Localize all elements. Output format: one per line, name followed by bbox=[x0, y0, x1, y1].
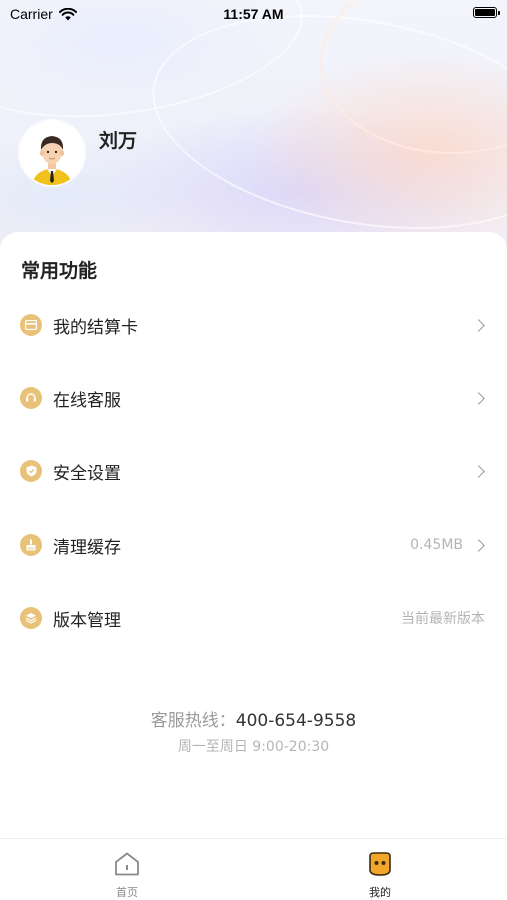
status-bar: Carrier 11:57 AM bbox=[0, 0, 507, 28]
section-title: 常用功能 bbox=[21, 260, 98, 282]
menu-item-version-management[interactable]: 版本管理 当前最新版本 bbox=[0, 590, 507, 646]
menu-label: 安全设置 bbox=[53, 463, 121, 484]
avatar-illustration bbox=[32, 136, 72, 185]
service-hours: 周一至周日 9:00-20:30 bbox=[177, 739, 330, 755]
battery-icon bbox=[473, 7, 500, 18]
menu-label: 在线客服 bbox=[53, 390, 121, 411]
headset-icon bbox=[20, 387, 42, 409]
menu-label: 我的结算卡 bbox=[53, 317, 138, 338]
layers-icon bbox=[20, 607, 42, 629]
version-status-value: 当前最新版本 bbox=[401, 611, 485, 627]
profile-screen: Carrier 11:57 AM 刘万 常用功能 我的结算卡 在线客服 安全设置… bbox=[0, 0, 507, 900]
smiley-face-icon bbox=[369, 852, 391, 876]
tab-bar: 首页 我的 bbox=[0, 838, 507, 900]
chevron-right-icon bbox=[472, 464, 485, 478]
chevron-right-icon bbox=[472, 391, 485, 405]
hotline-label: 客服热线： bbox=[150, 711, 236, 731]
username: 刘万 bbox=[99, 130, 138, 152]
home-icon bbox=[115, 852, 139, 876]
tab-home-label: 首页 bbox=[116, 886, 138, 899]
hotline-number[interactable]: 400-654-9558 bbox=[236, 711, 356, 731]
menu-item-online-service[interactable]: 在线客服 bbox=[0, 370, 507, 426]
customer-hotline[interactable]: 客服热线：400-654-9558 bbox=[0, 706, 507, 731]
menu-item-settlement-card[interactable]: 我的结算卡 bbox=[0, 297, 507, 353]
avatar[interactable] bbox=[20, 121, 84, 185]
menu-item-clear-cache[interactable]: 清理缓存 0.45MB bbox=[0, 517, 507, 573]
shield-icon bbox=[20, 460, 42, 482]
cache-size-value: 0.45MB bbox=[410, 537, 463, 553]
tab-home[interactable]: 首页 bbox=[77, 839, 177, 900]
status-time: 11:57 AM bbox=[223, 6, 284, 22]
broom-icon bbox=[20, 534, 42, 556]
chevron-right-icon bbox=[472, 538, 485, 552]
tab-mine[interactable]: 我的 bbox=[330, 839, 430, 900]
header-background bbox=[0, 0, 507, 260]
chevron-right-icon bbox=[472, 318, 485, 332]
menu-label: 版本管理 bbox=[53, 610, 121, 631]
menu-item-security-settings[interactable]: 安全设置 bbox=[0, 443, 507, 499]
tab-mine-label: 我的 bbox=[369, 886, 391, 899]
card-icon bbox=[20, 314, 42, 336]
menu-label: 清理缓存 bbox=[53, 537, 121, 558]
